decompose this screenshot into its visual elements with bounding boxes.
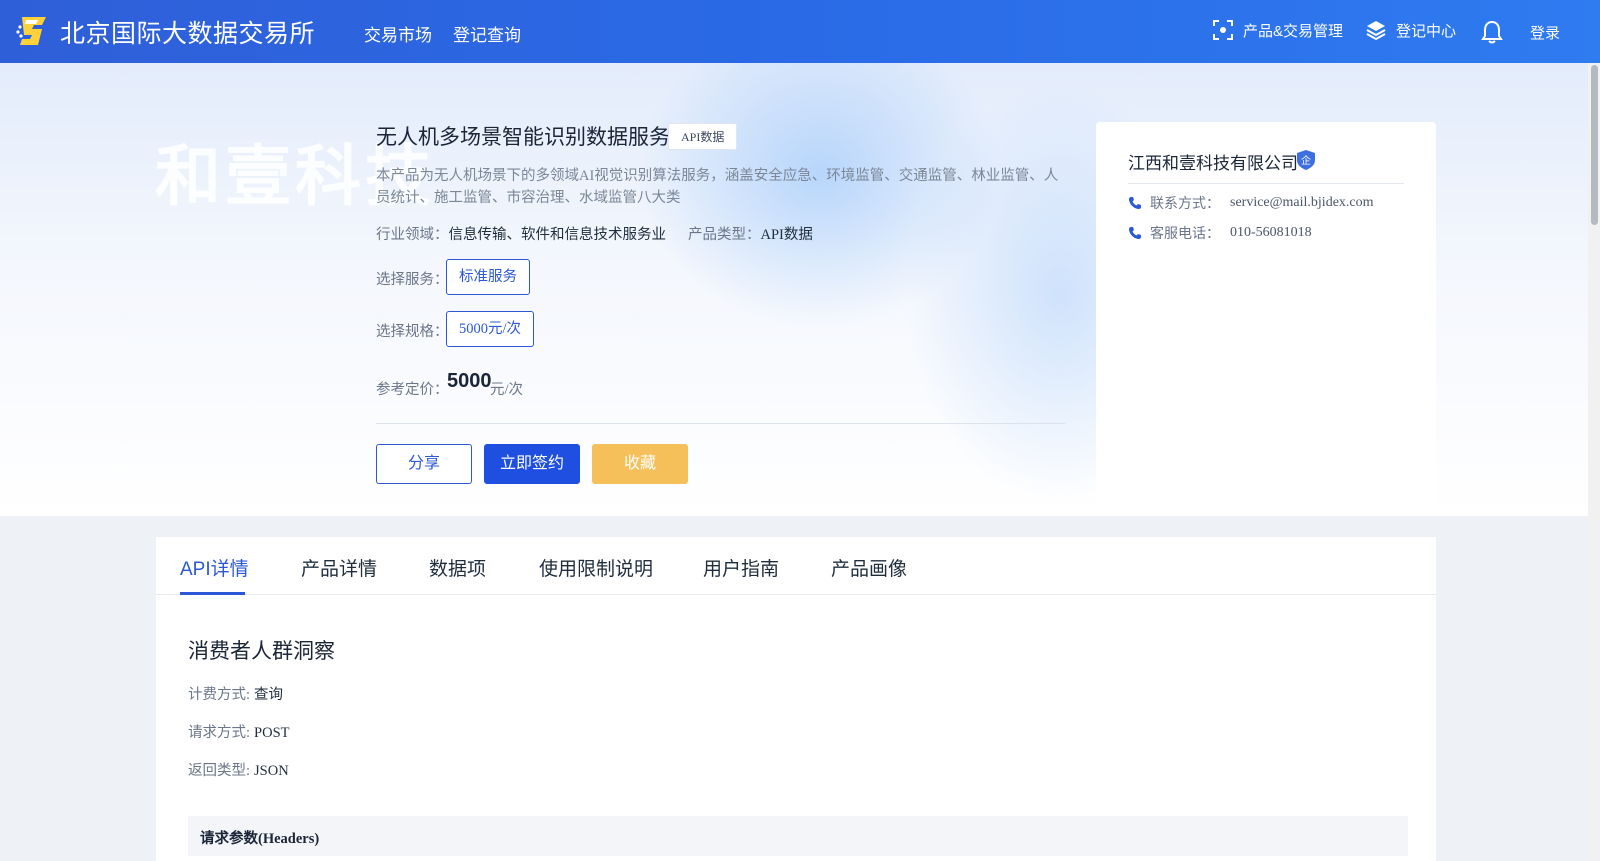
- login-link[interactable]: 登录: [1530, 22, 1560, 43]
- tab-product-portrait[interactable]: 产品画像: [831, 554, 907, 581]
- billing-row: 计费方式: 查询: [188, 683, 283, 704]
- company-card: 江西和壹科技有限公司 企 联系方式： service@mail.bjidex.c…: [1096, 122, 1436, 516]
- contact-email[interactable]: service@mail.bjidex.com: [1230, 195, 1374, 211]
- industry-label: 行业领域：: [376, 227, 449, 243]
- phone-icon: [1129, 197, 1141, 209]
- service-select-label: 选择服务：: [376, 272, 449, 288]
- product-type-meta: 产品类型：API数据: [688, 223, 813, 244]
- tab-product-details[interactable]: 产品详情: [301, 554, 377, 581]
- spec-select-label: 选择规格：: [376, 324, 449, 340]
- product-type-value: API数据: [760, 227, 813, 243]
- nav-registration-query[interactable]: 登记查询: [453, 21, 521, 46]
- spec-option-5000[interactable]: 5000元/次: [446, 311, 535, 347]
- company-name[interactable]: 江西和壹科技有限公司: [1128, 149, 1298, 174]
- price-unit: 元/次: [490, 382, 524, 398]
- top-header: 北京国际大数据交易所 交易市场 登记查询 产品&交易管理 登记中心 登录: [0, 0, 1600, 63]
- contact-row: 联系方式： service@mail.bjidex.com: [1128, 193, 1374, 213]
- method-value: POST: [254, 725, 290, 741]
- login-label: 登录: [1530, 25, 1561, 42]
- product-title: 无人机多场景智能识别数据服务: [376, 126, 670, 149]
- share-button[interactable]: 分享: [376, 444, 472, 484]
- favorite-button[interactable]: 收藏: [592, 444, 688, 484]
- phone-icon: [1129, 227, 1141, 239]
- method-label: 请求方式:: [188, 725, 251, 741]
- tab-usage-restrictions[interactable]: 使用限制说明: [539, 554, 653, 581]
- request-params-title: 请求参数(Headers): [200, 831, 320, 847]
- nav-trading-market[interactable]: 交易市场: [364, 21, 432, 46]
- tab-api-details[interactable]: API详情: [180, 554, 249, 581]
- register-center-link[interactable]: 登记中心: [1365, 19, 1456, 41]
- tab-data-items[interactable]: 数据项: [429, 554, 486, 581]
- method-row: 请求方式: POST: [188, 721, 290, 742]
- scan-icon: [1213, 20, 1233, 40]
- return-type-label: 返回类型:: [188, 763, 251, 779]
- billing-value: 查询: [254, 687, 284, 703]
- product-trade-mgmt-link[interactable]: 产品&交易管理: [1212, 19, 1343, 41]
- product-description: 本产品为无人机场景下的多领域AI视觉识别算法服务，涵盖安全应急、环境监管、交通监…: [376, 168, 1059, 206]
- service-option-standard[interactable]: 标准服务: [446, 259, 530, 295]
- product-trade-mgmt-label: 产品&交易管理: [1243, 22, 1344, 40]
- request-params-header: 请求参数(Headers): [188, 816, 1408, 856]
- layers-icon: [1366, 21, 1386, 41]
- enterprise-badge-text: 企: [1301, 154, 1311, 167]
- tab-user-guide[interactable]: 用户指南: [703, 554, 779, 581]
- price-divider: [376, 423, 1065, 424]
- product-type-label: 产品类型：: [688, 227, 761, 243]
- industry-value: 信息传输、软件和信息技术服务业: [448, 227, 667, 243]
- phone-number: 010-56081018: [1230, 225, 1312, 240]
- active-tab-indicator: [180, 592, 245, 595]
- detail-tabs: API详情 产品详情 数据项 使用限制说明 用户指南 产品画像: [156, 537, 1436, 595]
- api-section-title: 消费者人群洞察: [188, 640, 335, 663]
- return-type-value: JSON: [254, 763, 289, 779]
- enterprise-verified-icon: 企: [1297, 150, 1315, 170]
- sign-now-button[interactable]: 立即签约: [484, 444, 580, 484]
- industry-meta: 行业领域：信息传输、软件和信息技术服务业: [376, 223, 666, 244]
- brand-name[interactable]: 北京国际大数据交易所: [60, 14, 315, 50]
- phone-row: 客服电话： 010-56081018: [1128, 223, 1312, 243]
- phone-label: 客服电话：: [1150, 227, 1220, 242]
- return-type-row: 返回类型: JSON: [188, 759, 289, 780]
- register-center-label: 登记中心: [1396, 22, 1457, 40]
- page-scrollbar-thumb[interactable]: [1591, 65, 1598, 225]
- product-type-badge: API数据: [668, 123, 738, 150]
- price-value: 5000: [447, 370, 492, 392]
- product-hero: 和壹科技 无人机多场景智能识别数据服务 API数据 本产品为无人机场景下的多领域…: [0, 63, 1600, 516]
- contact-label: 联系方式：: [1150, 197, 1220, 212]
- price-label: 参考定价：: [376, 382, 449, 398]
- bjidex-logo-icon[interactable]: [16, 15, 50, 47]
- billing-label: 计费方式:: [188, 687, 251, 703]
- bell-icon[interactable]: [1481, 20, 1503, 44]
- detail-content: API详情 产品详情 数据项 使用限制说明 用户指南 产品画像 消费者人群洞察 …: [156, 537, 1436, 861]
- card-divider: [1128, 183, 1404, 184]
